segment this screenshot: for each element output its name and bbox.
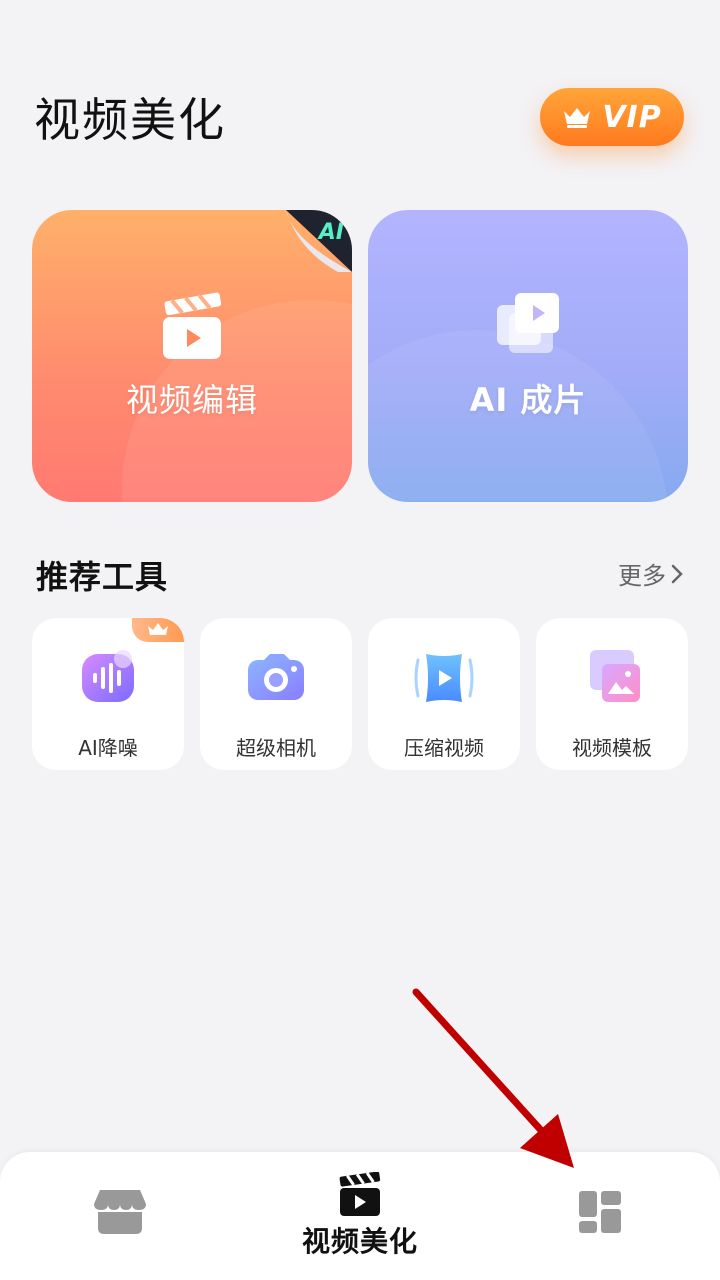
- compress-video-icon: [414, 654, 474, 702]
- video-edit-label: 视频编辑: [125, 381, 258, 419]
- vip-badge: [132, 618, 184, 642]
- crown-icon: [148, 623, 168, 635]
- video-edit-card[interactable]: AI 视频编辑: [32, 210, 352, 502]
- nav-video-beautify[interactable]: 视频美化: [300, 1172, 420, 1260]
- tool-compress-video[interactable]: 压缩视频: [368, 618, 520, 770]
- more-link[interactable]: 更多: [618, 556, 684, 591]
- tool-label: 压缩视频: [404, 736, 484, 760]
- nav-shop[interactable]: [92, 1188, 148, 1236]
- vip-button[interactable]: VIP: [540, 88, 684, 146]
- clapperboard-icon: [339, 1172, 381, 1216]
- tool-label: 超级相机: [236, 736, 316, 760]
- shop-icon: [94, 1190, 146, 1234]
- nav-grid[interactable]: [578, 1190, 622, 1234]
- ai-badge-text: AI: [318, 220, 344, 245]
- ai-film-card[interactable]: AI 成片: [368, 210, 688, 502]
- tool-label: AI降噪: [78, 736, 138, 760]
- vip-label: VIP: [602, 99, 662, 135]
- audio-wave-icon: [82, 650, 134, 702]
- camera-icon: [248, 654, 304, 700]
- more-label: 更多: [618, 562, 666, 590]
- annotation-arrow-icon: [412, 988, 574, 1168]
- clapperboard-icon: [163, 292, 222, 359]
- tool-super-camera[interactable]: 超级相机: [200, 618, 352, 770]
- chevron-right-icon: [671, 564, 683, 583]
- video-beautify-page: 视频美化 VIP AI 视频编辑 AI 成片 推荐工具 更多 AI降噪 超级相机…: [0, 0, 720, 1280]
- grid-icon: [579, 1191, 621, 1233]
- tool-ai-denoise[interactable]: AI降噪: [32, 618, 184, 770]
- page-title: 视频美化: [34, 93, 226, 147]
- stacked-video-icon: [497, 293, 559, 353]
- bottom-nav: 视频美化: [0, 1152, 720, 1280]
- tool-video-template[interactable]: 视频模板: [536, 618, 688, 770]
- video-template-icon: [590, 650, 640, 702]
- crown-icon: [564, 108, 591, 128]
- recommended-tools-title: 推荐工具: [36, 558, 169, 596]
- ai-film-label: AI 成片: [469, 381, 587, 419]
- nav-label: 视频美化: [301, 1225, 418, 1258]
- tool-label: 视频模板: [572, 736, 652, 760]
